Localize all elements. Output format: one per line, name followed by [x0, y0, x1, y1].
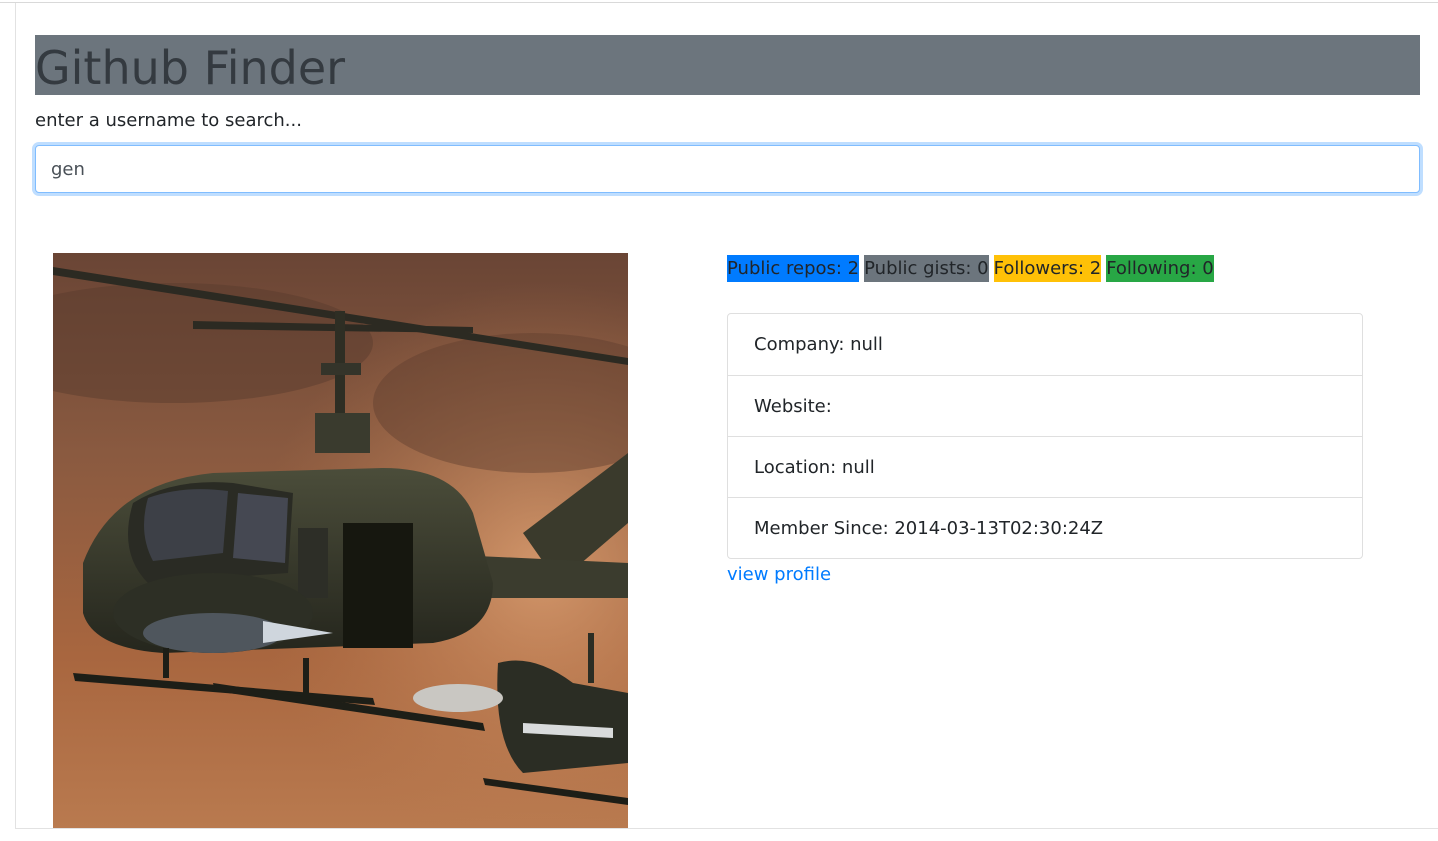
avatar: [53, 253, 628, 828]
stats-badges: Public repos: 2 Public gists: 0 Follower…: [727, 255, 1214, 282]
profile-details-list: Company: null Website: Location: null Me…: [727, 313, 1363, 559]
following-badge: Following: 0: [1106, 255, 1214, 282]
public-gists-badge: Public gists: 0: [864, 255, 989, 282]
helicopter-avatar-image: [53, 253, 628, 828]
search-input[interactable]: [35, 145, 1420, 193]
website-item: Website:: [728, 375, 1362, 436]
company-item: Company: null: [754, 334, 883, 355]
search-prompt: enter a username to search...: [35, 110, 302, 131]
member-since-item: Member Since: 2014-03-13T02:30:24Z: [728, 497, 1362, 558]
location-item: Location: null: [728, 436, 1362, 497]
page-title: Github Finder: [35, 41, 346, 95]
window-top-rule: [0, 2, 1438, 3]
public-repos-badge: Public repos: 2: [727, 255, 860, 282]
header-banner: Github Finder: [35, 35, 1420, 95]
followers-badge: Followers: 2: [993, 255, 1102, 282]
page-left-border: [15, 3, 16, 829]
page-bottom-border: [15, 828, 1438, 829]
view-profile-link[interactable]: view profile: [727, 562, 831, 588]
